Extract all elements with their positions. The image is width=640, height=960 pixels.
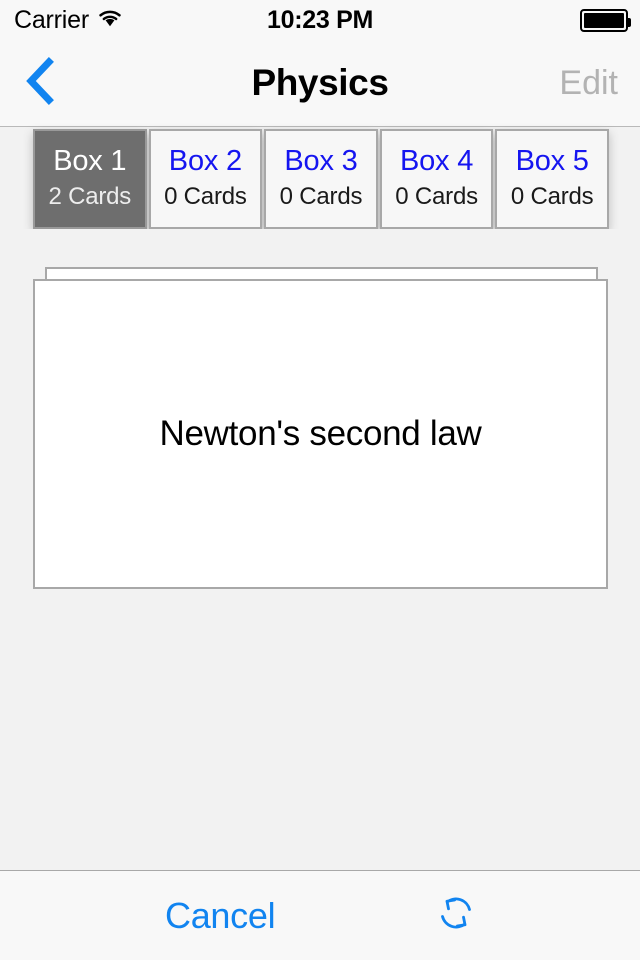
box-item-count: 0 Cards: [164, 183, 247, 211]
box-list: Box 1 2 Cards Box 2 0 Cards Box 3 0 Card…: [33, 129, 609, 229]
status-bar-time: 10:23 PM: [267, 5, 373, 34]
refresh-button[interactable]: [428, 871, 484, 960]
status-bar: Carrier 10:23 PM: [0, 0, 640, 40]
box-item-4[interactable]: Box 4 0 Cards: [379, 129, 494, 229]
box-selector: Box 1 2 Cards Box 2 0 Cards Box 3 0 Card…: [0, 127, 640, 229]
flashcard-text: Newton's second law: [159, 414, 482, 454]
battery-fill: [584, 12, 624, 28]
box-item-5[interactable]: Box 5 0 Cards: [495, 129, 609, 229]
box-item-title: Box 2: [168, 145, 242, 178]
battery-icon: [580, 8, 631, 32]
box-item-title: Box 4: [399, 145, 474, 178]
bottom-toolbar: Cancel: [0, 870, 640, 960]
box-item-title: Box 1: [53, 145, 127, 178]
box-item-2[interactable]: Box 2 0 Cards: [148, 129, 263, 229]
box-item-count: 0 Cards: [510, 183, 594, 211]
page-title: Physics: [251, 62, 389, 103]
edit-button[interactable]: Edit: [559, 40, 618, 126]
box-item-title: Box 5: [515, 145, 589, 178]
cancel-button[interactable]: Cancel: [165, 871, 276, 960]
navigation-bar: Physics Edit: [0, 40, 640, 127]
box-item-3[interactable]: Box 3 0 Cards: [264, 129, 378, 229]
card-area: Newton's second law: [0, 229, 640, 870]
card-stack: Newton's second law: [33, 267, 608, 589]
box-item-title: Box 3: [284, 145, 358, 178]
refresh-icon: [433, 890, 479, 941]
status-bar-right: [580, 0, 631, 40]
box-item-count: 0 Cards: [395, 183, 478, 211]
box-item-1[interactable]: Box 1 2 Cards: [33, 129, 147, 229]
battery-nub: [628, 17, 631, 27]
box-item-count: 2 Cards: [48, 183, 132, 211]
app-screen: Carrier 10:23 PM Physics Edit Box 1 2 Ca…: [0, 0, 640, 960]
box-item-count: 0 Cards: [279, 183, 363, 211]
flashcard-front[interactable]: Newton's second law: [33, 279, 608, 589]
